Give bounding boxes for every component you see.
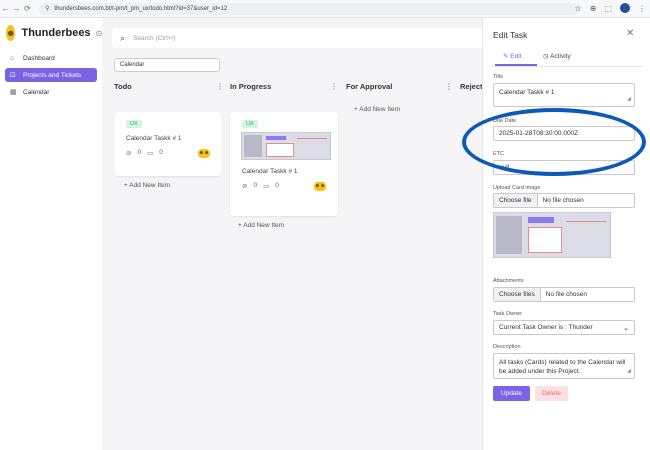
active-tab-indicator <box>495 64 537 66</box>
extension-icon[interactable]: ⊕ <box>590 4 597 13</box>
column-title-todo: Todo <box>114 82 132 91</box>
forward-icon[interactable]: → <box>11 4 22 13</box>
projects-icon: ⊡ <box>10 72 16 79</box>
title-label: Title <box>493 74 504 80</box>
sidebar-item-dashboard[interactable]: ⌂ Dashboard <box>5 51 97 65</box>
puzzle-icon[interactable]: ⬚ <box>604 4 612 13</box>
title-field[interactable]: Calendar Taskk # 1 ◢ <box>493 83 635 107</box>
column-menu-icon[interactable]: ⋮ <box>445 82 453 91</box>
attachments-label: Attachments <box>493 278 524 284</box>
sidebar-item-label: Projects and Tickets <box>23 71 82 79</box>
tag-badge: UX <box>126 120 142 128</box>
sidebar-item-projects[interactable]: ⊡ Projects and Tickets <box>5 68 97 82</box>
upload-image-input[interactable]: Choose file No file chosen <box>493 193 635 208</box>
brand-name: Thunderbees <box>21 27 91 39</box>
chevron-down-icon: ⌄ <box>623 324 629 332</box>
add-new-item-todo[interactable]: + Add New Item <box>124 182 170 189</box>
task-card[interactable]: UX Calendar Taskk # 1 ⊘ 0 ▭ 0 ☻☻ <box>230 112 338 216</box>
resize-grip-icon[interactable]: ◢ <box>627 95 631 104</box>
clock-icon: ◷ <box>543 53 549 60</box>
search-icon: ⌕ <box>120 32 126 43</box>
card-thumbnail <box>241 132 331 160</box>
avatar: ☻☻ <box>198 149 210 158</box>
sidebar: ☻ Thunderbees ⊙ ⌂ Dashboard ⊡ Projects a… <box>0 18 102 450</box>
close-icon[interactable]: ✕ <box>626 28 634 39</box>
browser-toolbar: ← → ⟳ ⚲ thundersbees.com.bt/t-pm/t_pm_ux… <box>0 0 650 18</box>
tab-edit[interactable]: ✎ Edit <box>503 52 521 60</box>
address-bar[interactable]: ⚲ thundersbees.com.bt/t-pm/t_pm_ux/todo.… <box>39 2 579 15</box>
tab-activity[interactable]: ◷ Activity <box>543 52 571 60</box>
card-title: Calendar Taskk # 1 <box>242 168 298 175</box>
description-label: Description <box>493 344 521 350</box>
home-icon: ⌂ <box>10 54 15 62</box>
search-bar[interactable]: ⌕ Search (Ctrl+/) <box>112 28 492 48</box>
kebab-menu-icon[interactable]: ⋮ <box>638 4 646 13</box>
description-field[interactable]: All tasks (Cards) related to the Calenda… <box>493 353 635 379</box>
profile-avatar[interactable]: S <box>620 3 630 13</box>
task-card[interactable]: UX Calendar Taskk # 1 ⊘ 0 ▭ 0 ☻☻ <box>114 112 222 176</box>
column-menu-icon[interactable]: ⋮ <box>330 82 338 91</box>
sidebar-item-label: Calendar <box>23 88 50 96</box>
edit-task-panel: Edit Task ✕ ✎ Edit ◷ Activity Title Cale… <box>482 18 650 450</box>
column-menu-icon[interactable]: ⋮ <box>216 82 224 91</box>
resize-grip-icon[interactable]: ◢ <box>627 367 631 376</box>
attachment-count: 0 <box>137 149 142 156</box>
calendar-icon: ▦ <box>10 89 17 96</box>
annotation-circle <box>462 108 646 176</box>
choose-files-button[interactable]: Choose files <box>494 288 541 301</box>
avatar: ☻☻ <box>314 182 326 191</box>
card-title: Calendar Taskk # 1 <box>126 135 182 142</box>
task-owner-select[interactable]: Current Task Owner is : Thunder ⌄ <box>493 320 635 335</box>
file-status: No file chosen <box>542 197 584 204</box>
files-status: No file chosen <box>545 291 587 298</box>
comment-count: 0 <box>275 182 279 189</box>
column-title-in-progress: In Progress <box>230 82 272 91</box>
delete-button[interactable]: Delete <box>535 386 568 401</box>
tag-badge: UX <box>242 120 258 128</box>
sidebar-item-label: Dashboard <box>23 54 55 62</box>
attachment-icon: ⊘ <box>242 183 248 190</box>
brand: ☻ Thunderbees ⊙ <box>0 18 102 48</box>
logo-icon: ☻ <box>6 25 16 41</box>
kanban-board: ⌕ Search (Ctrl+/) Calendar Todo ⋮ In Pro… <box>102 18 492 450</box>
column-title-reject: Reject <box>460 82 483 91</box>
edit-icon: ✎ <box>503 53 509 60</box>
add-new-item-in-progress[interactable]: + Add New Item <box>238 222 284 229</box>
star-icon[interactable]: ☆ <box>575 4 582 13</box>
add-new-item-for-approval[interactable]: + Add New Item <box>354 106 400 113</box>
comment-icon: ▭ <box>147 150 154 157</box>
upload-image-label: Upload Card image <box>493 185 541 191</box>
reload-icon[interactable]: ⟳ <box>22 4 33 13</box>
attachments-input[interactable]: Choose files No file chosen <box>493 287 635 302</box>
tab-divider <box>491 66 643 67</box>
back-icon[interactable]: ← <box>0 4 11 13</box>
choose-file-button[interactable]: Choose file <box>494 194 538 207</box>
search-placeholder: Search (Ctrl+/) <box>133 34 176 42</box>
site-info-icon[interactable]: ⚲ <box>45 5 49 12</box>
comment-count: 0 <box>159 149 163 156</box>
project-select[interactable]: Calendar <box>114 58 220 72</box>
url-text: thundersbees.com.bt/t-pm/t_pm_ux/todo.ht… <box>54 5 228 12</box>
update-button[interactable]: Update <box>493 386 530 401</box>
sidebar-item-calendar[interactable]: ▦ Calendar <box>5 85 97 99</box>
attachment-count: 0 <box>253 182 258 189</box>
panel-title: Edit Task <box>493 30 528 40</box>
column-title-for-approval: For Approval <box>346 82 393 91</box>
task-owner-label: Task Owner <box>493 311 523 317</box>
attachment-icon: ⊘ <box>126 150 132 157</box>
comment-icon: ▭ <box>263 183 270 190</box>
card-image-preview <box>493 212 611 258</box>
